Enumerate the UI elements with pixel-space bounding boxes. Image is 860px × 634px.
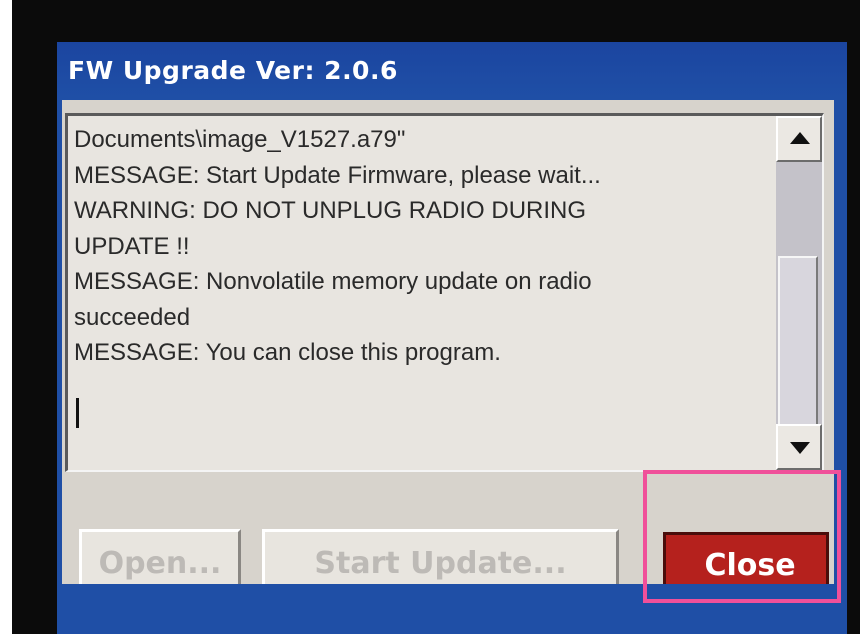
scrollbar-thumb[interactable] (778, 256, 818, 426)
log-line: MESSAGE: Start Update Firmware, please w… (74, 161, 601, 189)
start-update-button-label: Start Update... (314, 545, 567, 581)
scroll-down-arrow-icon (790, 442, 810, 454)
scroll-up-arrow-icon (790, 132, 810, 144)
log-text-area[interactable]: Documents\image_V1527.a79" MESSAGE: Star… (65, 113, 824, 472)
log-line: Documents\image_V1527.a79" (74, 126, 406, 153)
open-button-label: Open... (98, 545, 222, 581)
vertical-scrollbar[interactable] (776, 116, 822, 470)
log-text: Documents\image_V1527.a79" MESSAGE: Star… (74, 122, 764, 467)
log-line: MESSAGE: You can close this program. (74, 339, 501, 366)
log-line: UPDATE !! (74, 232, 190, 260)
title-bar: FW Upgrade Ver: 2.0.6 (57, 42, 847, 97)
log-line: succeeded (74, 303, 191, 331)
window-title: FW Upgrade Ver: 2.0.6 (68, 56, 398, 85)
log-line: MESSAGE: Nonvolatile memory update on ra… (74, 268, 592, 295)
log-line: WARNING: DO NOT UNPLUG RADIO DURING (74, 197, 587, 224)
photo-frame: FW Upgrade Ver: 2.0.6 Documents\image_V1… (0, 0, 860, 634)
text-caret (76, 398, 79, 428)
scroll-down-button[interactable] (776, 424, 822, 470)
highlight-box (643, 470, 841, 603)
scroll-up-button[interactable] (776, 116, 822, 162)
